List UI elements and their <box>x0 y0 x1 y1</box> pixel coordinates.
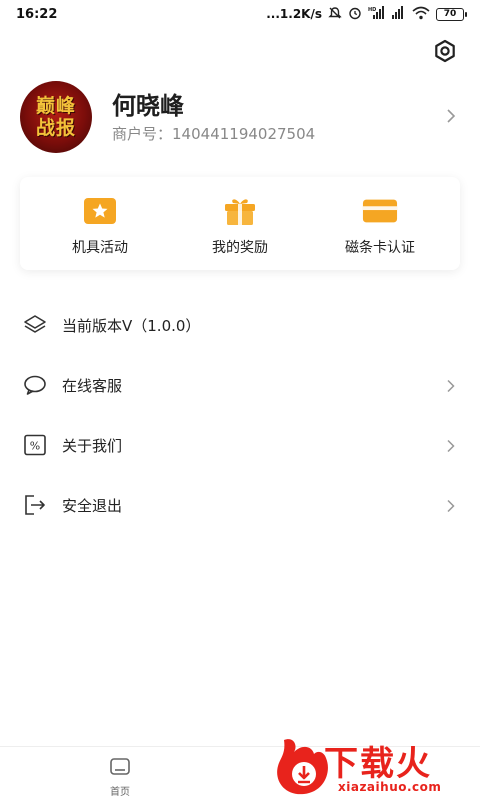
status-bar: 16:22 ...1.2K/s HD 70 <box>0 0 480 28</box>
alarm-icon <box>348 6 362 23</box>
logout-icon <box>22 492 48 518</box>
menu-item-online-service[interactable]: 在线客服 <box>0 355 480 415</box>
menu-label: 关于我们 <box>62 436 123 455</box>
quick-item-my-rewards[interactable]: 我的奖励 <box>170 177 310 270</box>
watermark-site: xiazaihuo.com <box>338 780 442 794</box>
quick-actions-card: 机具活动 我的奖励 磁条卡认证 <box>20 177 460 270</box>
quick-label: 我的奖励 <box>212 240 268 256</box>
menu-item-logout[interactable]: 安全退出 <box>0 475 480 535</box>
gift-icon <box>222 196 258 226</box>
profile-info: 何晓峰 商户号：140441194027504 <box>112 91 460 144</box>
settings-button[interactable] <box>432 39 458 67</box>
svg-text:%: % <box>30 440 40 453</box>
quick-item-device-activity[interactable]: 机具活动 <box>30 177 170 270</box>
status-icons: ...1.2K/s HD 70 <box>266 5 467 23</box>
profile-header[interactable]: 巅峰 战报 何晓峰 商户号：140441194027504 <box>20 81 460 153</box>
chevron-right-icon <box>446 378 460 393</box>
quick-item-magstripe-auth[interactable]: 磁条卡认证 <box>310 177 450 270</box>
status-time: 16:22 <box>16 6 58 22</box>
watermark-logo: 下载火 xiazaihuo.com <box>272 732 472 798</box>
menu-label: 安全退出 <box>62 496 123 515</box>
settings-menu: 当前版本V（1.0.0） 在线客服 % 关于我们 安全退出 <box>0 295 480 535</box>
tab-home[interactable]: 首页 <box>100 757 140 798</box>
watermark-text: 下载火 <box>324 744 432 784</box>
quick-label: 机具活动 <box>72 240 128 256</box>
merchant-id: 140441194027504 <box>172 124 316 143</box>
signal-icon <box>390 5 406 23</box>
merchant-number: 商户号：140441194027504 <box>112 123 460 144</box>
menu-label: 当前版本V（1.0.0） <box>62 316 201 335</box>
chat-bubble-icon <box>22 372 48 398</box>
home-icon <box>109 757 131 781</box>
tab-home-label: 首页 <box>110 787 130 798</box>
merchant-label: 商户号： <box>112 124 173 143</box>
chevron-right-icon <box>446 438 460 453</box>
chevron-right-icon <box>446 108 456 128</box>
wifi-icon <box>412 6 430 23</box>
bank-card-icon <box>362 196 398 226</box>
network-speed: ...1.2K/s <box>266 7 322 21</box>
gear-icon <box>433 39 457 67</box>
signal-hd-icon: HD <box>368 5 384 23</box>
battery-icon: 70 <box>436 7 467 21</box>
user-name: 何晓峰 <box>112 91 184 120</box>
layers-icon <box>22 312 48 338</box>
mute-icon <box>328 6 342 23</box>
avatar-logo-text: 巅峰 战报 <box>35 95 76 139</box>
menu-item-version[interactable]: 当前版本V（1.0.0） <box>0 295 480 355</box>
svg-text:HD: HD <box>368 7 376 13</box>
chevron-right-icon <box>446 498 460 513</box>
menu-item-about-us[interactable]: % 关于我们 <box>0 415 480 475</box>
menu-label: 在线客服 <box>62 376 123 395</box>
quick-label: 磁条卡认证 <box>345 240 415 256</box>
star-card-icon <box>82 196 118 226</box>
avatar[interactable]: 巅峰 战报 <box>20 81 92 153</box>
percent-icon: % <box>22 432 48 458</box>
